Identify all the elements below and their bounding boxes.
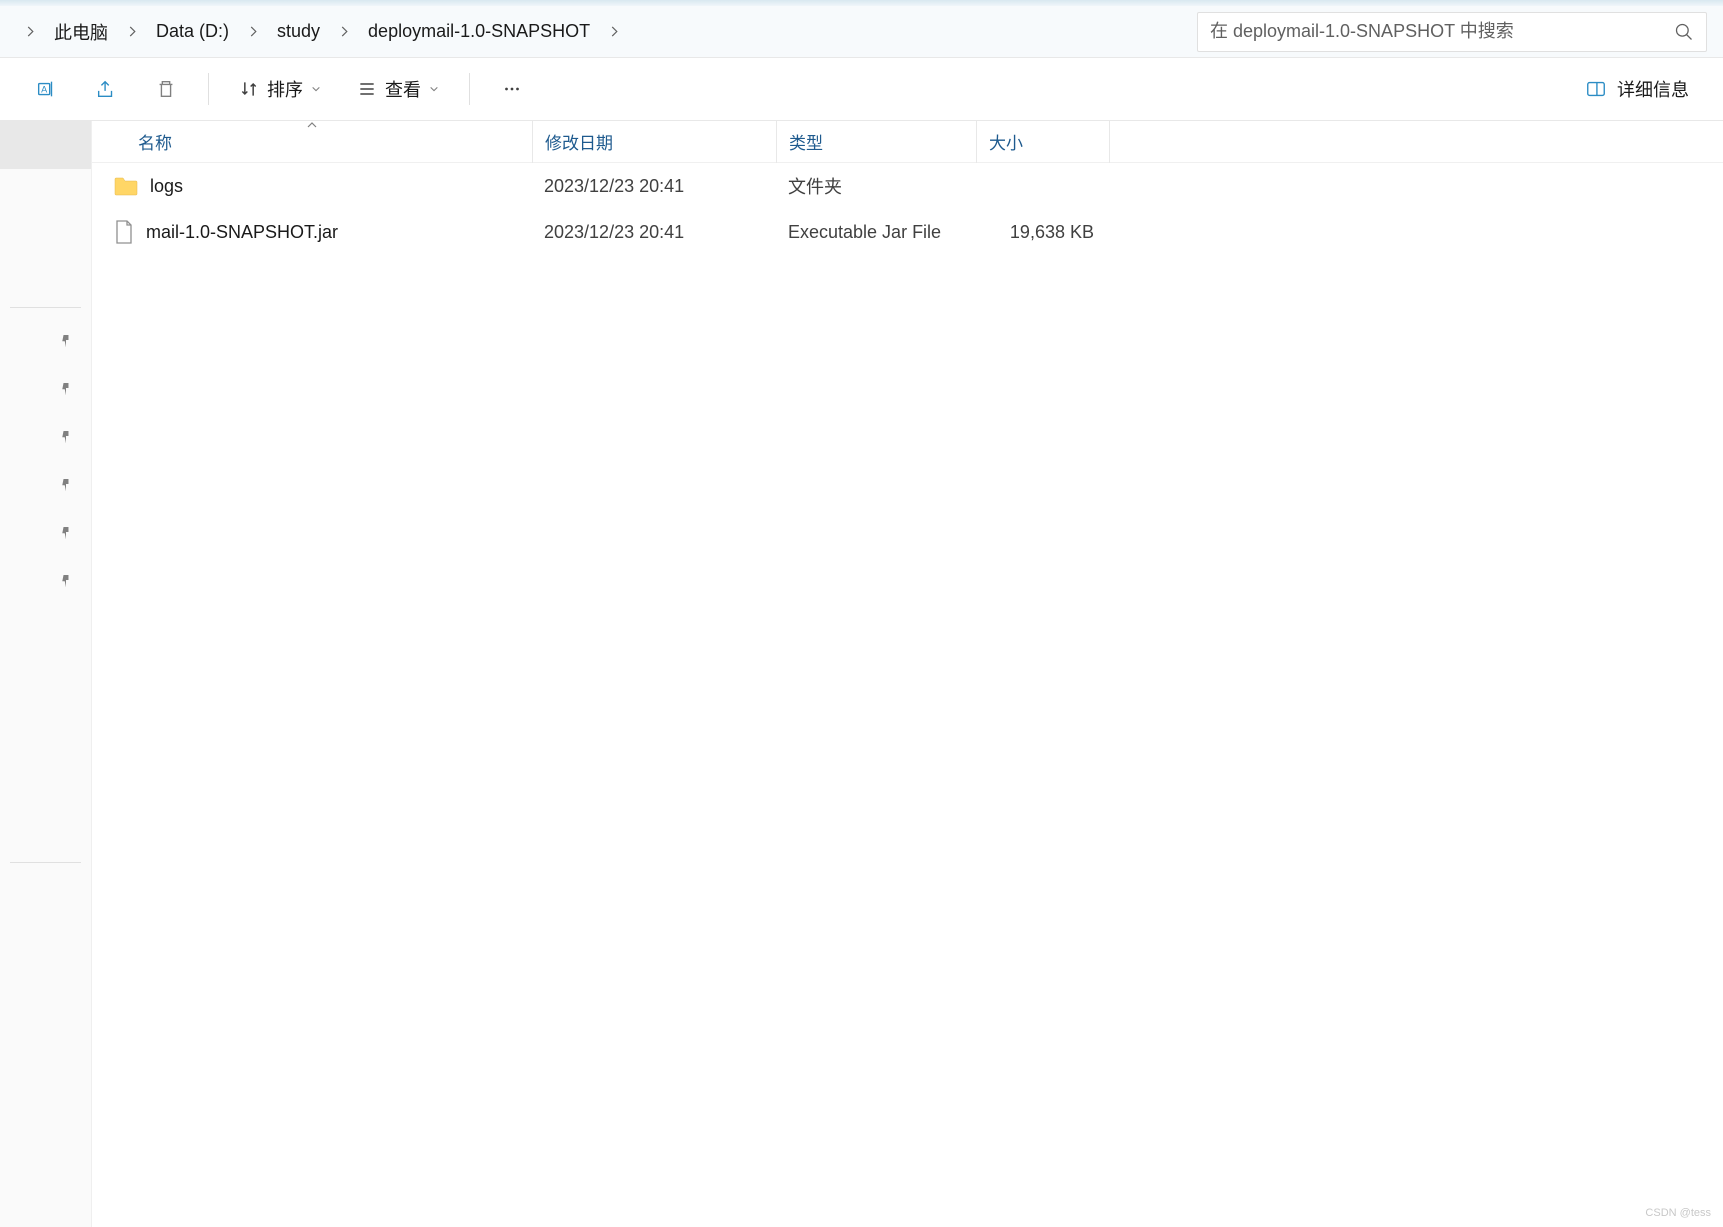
sidebar-pinned-item[interactable]: [0, 412, 91, 460]
file-size: 19,638 KB: [976, 222, 1110, 243]
file-list-area: 名称 修改日期 类型 大小 logs 2023/12: [92, 121, 1723, 1227]
column-name-label: 名称: [138, 129, 172, 154]
file-date: 2023/12/23 20:41: [532, 222, 776, 243]
sidebar-separator: [10, 862, 81, 863]
toolbar-right: 详细信息: [1571, 68, 1703, 110]
address-bar: 此电脑 Data (D:) study deploymail-1.0-SNAPS…: [0, 6, 1723, 58]
sort-button[interactable]: 排序: [225, 68, 335, 110]
file-row[interactable]: mail-1.0-SNAPSHOT.jar 2023/12/23 20:41 E…: [92, 209, 1723, 255]
chevron-right-icon[interactable]: [332, 20, 356, 44]
column-header-name[interactable]: 名称: [92, 121, 532, 163]
svg-text:A: A: [41, 85, 48, 95]
column-size-label: 大小: [989, 129, 1023, 154]
sort-ascending-icon: [306, 114, 318, 134]
sidebar-separator: [10, 307, 81, 308]
watermark: CSDN @tess: [1645, 1207, 1711, 1219]
chevron-down-icon: [429, 84, 439, 94]
chevron-right-icon[interactable]: [602, 20, 626, 44]
file-name-cell: logs: [92, 176, 532, 197]
toolbar-left: A 排序 查看: [20, 68, 538, 110]
file-name: logs: [150, 176, 183, 197]
folder-icon: [114, 176, 138, 196]
pin-icon: [59, 525, 73, 539]
column-header-size[interactable]: 大小: [976, 121, 1110, 163]
breadcrumb-item[interactable]: 此电脑: [44, 15, 118, 49]
navigation-sidebar: [0, 121, 92, 1227]
chevron-right-icon[interactable]: [18, 20, 42, 44]
pin-icon: [59, 381, 73, 395]
search-input[interactable]: [1210, 21, 1674, 42]
file-date: 2023/12/23 20:41: [532, 176, 776, 197]
sidebar-pinned-item[interactable]: [0, 460, 91, 508]
column-type-label: 类型: [789, 129, 823, 154]
file-type: 文件夹: [776, 173, 976, 199]
view-label: 查看: [385, 76, 421, 102]
column-header-date[interactable]: 修改日期: [532, 121, 776, 163]
delete-button[interactable]: [140, 68, 192, 110]
breadcrumb-item[interactable]: study: [267, 17, 330, 46]
pin-icon: [59, 573, 73, 587]
file-icon: [114, 220, 134, 244]
breadcrumb-item[interactable]: Data (D:): [146, 17, 239, 46]
file-name-cell: mail-1.0-SNAPSHOT.jar: [92, 220, 532, 244]
share-button[interactable]: [80, 68, 132, 110]
search-box[interactable]: [1197, 12, 1707, 52]
sidebar-pinned-item[interactable]: [0, 364, 91, 412]
sidebar-pinned-item[interactable]: [0, 316, 91, 364]
sidebar-item[interactable]: [0, 121, 91, 169]
more-button[interactable]: [486, 68, 538, 110]
view-button[interactable]: 查看: [343, 68, 453, 110]
chevron-right-icon[interactable]: [120, 20, 144, 44]
search-icon[interactable]: [1674, 22, 1694, 42]
file-row[interactable]: logs 2023/12/23 20:41 文件夹: [92, 163, 1723, 209]
rename-button[interactable]: A: [20, 68, 72, 110]
details-pane-button[interactable]: 详细信息: [1571, 68, 1703, 110]
details-label: 详细信息: [1617, 76, 1689, 102]
file-type: Executable Jar File: [776, 222, 976, 243]
main-area: 名称 修改日期 类型 大小 logs 2023/12: [0, 121, 1723, 1227]
breadcrumb: 此电脑 Data (D:) study deploymail-1.0-SNAPS…: [10, 15, 1197, 49]
column-headers: 名称 修改日期 类型 大小: [92, 121, 1723, 163]
sidebar-pinned-item[interactable]: [0, 508, 91, 556]
pin-icon: [59, 429, 73, 443]
column-header-type[interactable]: 类型: [776, 121, 976, 163]
sidebar-pinned-item[interactable]: [0, 556, 91, 604]
column-date-label: 修改日期: [545, 129, 613, 154]
pin-icon: [59, 477, 73, 491]
toolbar: A 排序 查看 详细信息: [0, 58, 1723, 121]
toolbar-divider: [208, 73, 209, 105]
chevron-right-icon[interactable]: [241, 20, 265, 44]
toolbar-divider: [469, 73, 470, 105]
pin-icon: [59, 333, 73, 347]
chevron-down-icon: [311, 84, 321, 94]
file-name: mail-1.0-SNAPSHOT.jar: [146, 222, 338, 243]
sort-label: 排序: [267, 76, 303, 102]
breadcrumb-item[interactable]: deploymail-1.0-SNAPSHOT: [358, 17, 600, 46]
